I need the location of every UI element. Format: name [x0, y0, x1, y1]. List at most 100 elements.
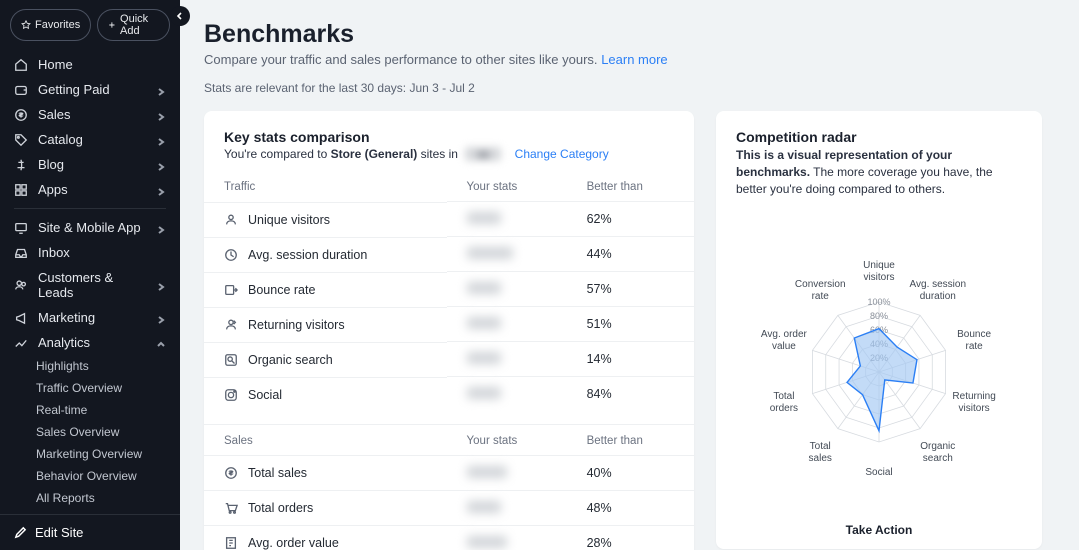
nav-label: Sales: [38, 107, 71, 122]
nav-customers[interactable]: Customers & Leads: [0, 265, 180, 305]
top-pills: Favorites Quick Add: [0, 0, 180, 48]
favorites-pill[interactable]: Favorites: [10, 9, 91, 41]
row-label: Avg. session duration: [248, 248, 367, 262]
radar-subtitle: This is a visual representation of your …: [716, 147, 1042, 205]
chevron-right-icon: [156, 160, 166, 170]
quick-add-label: Quick Add: [120, 13, 159, 37]
nav: Home Getting Paid Sales Catalog Blog App…: [0, 48, 180, 514]
row-label: Bounce rate: [248, 283, 315, 297]
header-sales: Sales: [204, 424, 447, 455]
nav-label: Getting Paid: [38, 82, 110, 97]
apps-icon: [14, 183, 28, 197]
table-gap: [204, 412, 694, 425]
sub-all-reports[interactable]: All Reports: [0, 487, 180, 509]
row-better: 44%: [567, 237, 694, 272]
dollar-icon: [224, 466, 238, 480]
table-row: Organic searchx14%: [204, 342, 694, 377]
sub-realtime[interactable]: Real-time: [0, 399, 180, 421]
clock-icon: [224, 248, 238, 262]
tag-icon: [14, 133, 28, 147]
nav-home[interactable]: Home: [0, 52, 180, 77]
receipt-icon: [224, 536, 238, 550]
search-icon: [224, 353, 238, 367]
chevron-right-icon: [156, 135, 166, 145]
row-better: 28%: [567, 525, 694, 550]
row-label: Total orders: [248, 501, 313, 515]
change-category-link[interactable]: Change Category: [515, 147, 609, 161]
nav-catalog[interactable]: Catalog: [0, 127, 180, 152]
returning-icon: [224, 318, 238, 332]
nav-marketing[interactable]: Marketing: [0, 305, 180, 330]
row-label: Total sales: [248, 466, 307, 480]
chevron-right-icon: [156, 185, 166, 195]
header-traffic: Traffic: [204, 171, 447, 202]
sidebar: Favorites Quick Add Home Getting Paid Sa…: [0, 0, 180, 550]
compared-prefix: You're compared to: [224, 147, 331, 161]
social-icon: [224, 388, 238, 402]
edit-site-label: Edit Site: [35, 525, 83, 540]
nav-blog[interactable]: Blog: [0, 152, 180, 177]
quick-add-pill[interactable]: Quick Add: [97, 9, 170, 41]
visitor-icon: [224, 213, 238, 227]
learn-more-link[interactable]: Learn more: [601, 52, 667, 67]
pencil-icon: [14, 526, 27, 539]
svg-text:80%: 80%: [870, 311, 888, 321]
blurred-stat: x: [467, 317, 501, 329]
nav-inbox[interactable]: Inbox: [0, 240, 180, 265]
chevron-right-icon: [156, 313, 166, 323]
nav-label: Analytics: [38, 335, 90, 350]
radar-title: Competition radar: [716, 129, 1042, 147]
page-subtitle: Compare your traffic and sales performan…: [204, 52, 1055, 67]
table-row: Bounce ratex57%: [204, 272, 694, 307]
sub-behavior-overview[interactable]: Behavior Overview: [0, 465, 180, 487]
traffic-table: Traffic Your stats Better than Unique vi…: [204, 171, 694, 550]
svg-text:Avg. ordervalue: Avg. ordervalue: [761, 329, 808, 352]
collapse-sidebar-button[interactable]: [170, 6, 190, 26]
row-better: 14%: [567, 342, 694, 377]
table-row: Total ordersx48%: [204, 490, 694, 525]
chevron-right-icon: [156, 85, 166, 95]
blurred-stat: x: [467, 212, 501, 224]
wallet-icon: [14, 83, 28, 97]
sub-traffic-overview[interactable]: Traffic Overview: [0, 377, 180, 399]
users-icon: [14, 278, 28, 292]
compared-suffix: sites in: [417, 147, 461, 161]
svg-text:Totalorders: Totalorders: [770, 391, 798, 414]
divider: [14, 208, 166, 209]
take-action-button[interactable]: Take Action: [716, 515, 1042, 537]
nav-site-mobile[interactable]: Site & Mobile App: [0, 215, 180, 240]
sub-highlights[interactable]: Highlights: [0, 355, 180, 377]
chevron-right-icon: [156, 223, 166, 233]
subtitle-text: Compare your traffic and sales performan…: [204, 52, 598, 67]
monitor-icon: [14, 221, 28, 235]
dollar-icon: [14, 108, 28, 122]
compared-bold: Store (General): [331, 147, 418, 161]
nav-sales[interactable]: Sales: [0, 102, 180, 127]
chart-icon: [14, 336, 28, 350]
svg-text:Bouncerate: Bouncerate: [957, 329, 991, 352]
blurred-location: xx: [465, 147, 501, 161]
sub-sales-overview[interactable]: Sales Overview: [0, 421, 180, 443]
chevron-right-icon: [156, 110, 166, 120]
star-icon: [21, 20, 31, 30]
table-row: Total salesxx40%: [204, 455, 694, 490]
nav-label: Home: [38, 57, 73, 72]
nav-getting-paid[interactable]: Getting Paid: [0, 77, 180, 102]
sub-marketing-overview[interactable]: Marketing Overview: [0, 443, 180, 465]
header-better-than: Better than: [567, 171, 694, 202]
nav-label: Blog: [38, 157, 64, 172]
main: Benchmarks Compare your traffic and sale…: [180, 0, 1079, 550]
blurred-stat: xxx: [467, 247, 514, 259]
nav-label: Site & Mobile App: [38, 220, 141, 235]
svg-text:Uniquevisitors: Uniquevisitors: [863, 260, 895, 283]
table-row: Unique visitorsx62%: [204, 202, 694, 237]
inbox-icon: [14, 246, 28, 260]
svg-text:Returningvisitors: Returningvisitors: [952, 391, 995, 414]
blurred-stat: x: [467, 387, 501, 399]
row-label: Unique visitors: [248, 213, 330, 227]
edit-site-button[interactable]: Edit Site: [0, 514, 180, 550]
plus-icon: [108, 20, 116, 30]
nav-apps[interactable]: Apps: [0, 177, 180, 202]
row-better: 40%: [567, 455, 694, 490]
nav-analytics[interactable]: Analytics: [0, 330, 180, 355]
